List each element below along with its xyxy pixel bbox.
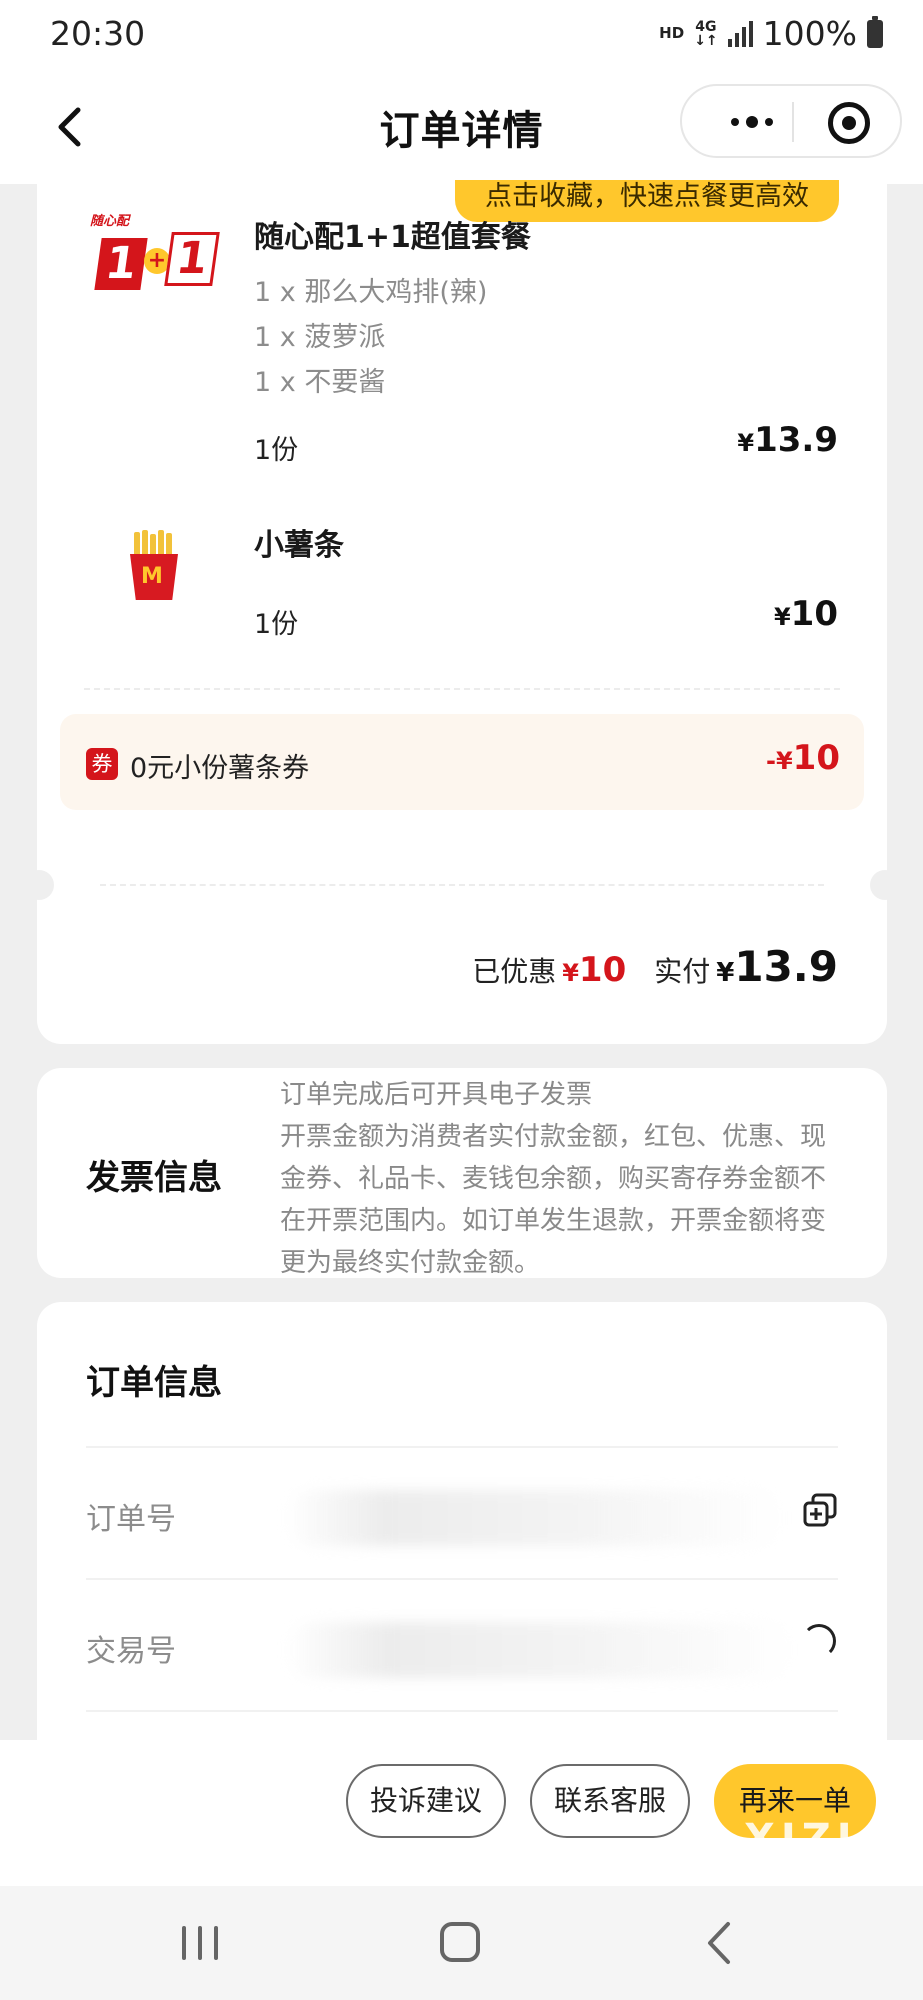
item-quantity: 1份 bbox=[254, 609, 299, 640]
coupon-label: 0元小份薯条券 bbox=[130, 753, 310, 784]
ticket-notch-left bbox=[24, 870, 54, 900]
order-number-redacted bbox=[285, 1490, 785, 1546]
coupon-discount: -¥10 bbox=[766, 738, 840, 778]
capsule-divider bbox=[792, 102, 794, 142]
coupon-badge: 券 bbox=[86, 748, 118, 780]
complain-button[interactable]: 投诉建议 bbox=[346, 1764, 506, 1838]
item-price-currency: ¥ bbox=[773, 603, 791, 631]
item-name: 小薯条 bbox=[254, 528, 344, 563]
discount-currency: ¥ bbox=[562, 959, 579, 987]
system-nav-bar bbox=[0, 1886, 923, 2000]
close-mini-program-icon[interactable] bbox=[828, 102, 870, 144]
combo-product-image: 随心配 1 + 1 bbox=[88, 208, 222, 304]
watermark: XIZI bbox=[744, 1816, 858, 1862]
item-name: 随心配1+1超值套餐 bbox=[254, 220, 531, 255]
copy-icon[interactable] bbox=[802, 1492, 838, 1528]
item-option: 1 x 那么大鸡排(辣) bbox=[254, 277, 488, 308]
divider bbox=[84, 688, 840, 690]
item-quantity: 1份 bbox=[254, 435, 299, 466]
hd-indicator: HD bbox=[659, 24, 685, 42]
order-info-title: 订单信息 bbox=[86, 1363, 222, 1403]
item-price-value: 10 bbox=[790, 594, 838, 634]
status-icons: HD 4G ↓↑ 100% bbox=[659, 14, 883, 53]
divider bbox=[86, 1710, 838, 1712]
coupon-sign: -¥ bbox=[766, 747, 793, 775]
status-time: 20:30 bbox=[50, 14, 146, 53]
invoice-title: 发票信息 bbox=[86, 1158, 222, 1198]
bottom-action-bar: 投诉建议 联系客服 再来一单 XIZI bbox=[0, 1740, 923, 1886]
order-summary: 已优惠 ¥10 实付 ¥13.9 bbox=[472, 942, 838, 991]
mini-program-capsule bbox=[680, 84, 902, 158]
system-back-icon[interactable] bbox=[700, 1920, 740, 1966]
signal-icon bbox=[727, 20, 753, 47]
coupon-amount: 10 bbox=[792, 738, 840, 778]
fries-product-image: M bbox=[124, 530, 184, 606]
item-option: 1 x 菠萝派 bbox=[254, 322, 386, 353]
discount-label: 已优惠 bbox=[472, 955, 557, 988]
home-icon[interactable] bbox=[440, 1922, 480, 1962]
divider bbox=[86, 1446, 838, 1448]
trade-number-redacted bbox=[285, 1622, 795, 1678]
status-bar: 20:30 HD 4G ↓↑ 100% bbox=[0, 0, 923, 70]
order-number-label: 订单号 bbox=[86, 1502, 176, 1537]
paid-currency: ¥ bbox=[716, 958, 735, 988]
invoice-line: 订单完成后可开具电子发票 bbox=[280, 1080, 593, 1110]
item-price: ¥13.9 bbox=[737, 420, 838, 460]
customer-service-button[interactable]: 联系客服 bbox=[530, 1764, 690, 1838]
paid-label: 实付 bbox=[654, 955, 711, 988]
divider bbox=[86, 1578, 838, 1580]
paid-amount: 13.9 bbox=[734, 942, 838, 991]
item-option: 1 x 不要酱 bbox=[254, 367, 386, 398]
battery-level: 100% bbox=[762, 14, 857, 53]
discount-amount: 10 bbox=[578, 950, 627, 990]
copy-icon[interactable] bbox=[802, 1624, 836, 1658]
battery-icon bbox=[867, 15, 883, 48]
recent-apps-icon[interactable] bbox=[182, 1926, 218, 1960]
item-price: ¥10 bbox=[774, 594, 838, 634]
ticket-notch-right bbox=[870, 870, 900, 900]
invoice-description: 订单完成后可开具电子发票 开票金额为消费者实付款金额，红包、优惠、现金券、礼品卡… bbox=[280, 1074, 840, 1284]
more-menu-icon[interactable] bbox=[712, 110, 792, 134]
invoice-line: 开票金额为消费者实付款金额，红包、优惠、现金券、礼品卡、麦钱包余额，购买寄存券金… bbox=[280, 1122, 827, 1278]
coupon-row: 券 0元小份薯条券 -¥10 bbox=[60, 714, 864, 810]
network-type: 4G bbox=[695, 18, 717, 35]
combo-logo-tag: 随心配 bbox=[90, 214, 130, 229]
paid-value: ¥13.9 bbox=[716, 942, 838, 991]
network-indicator: 4G ↓↑ bbox=[694, 18, 718, 49]
item-price-value: 13.9 bbox=[754, 420, 838, 460]
divider bbox=[100, 884, 824, 886]
discount-value: ¥10 bbox=[562, 950, 626, 990]
item-price-currency: ¥ bbox=[737, 429, 755, 457]
trade-number-label: 交易号 bbox=[86, 1634, 176, 1669]
